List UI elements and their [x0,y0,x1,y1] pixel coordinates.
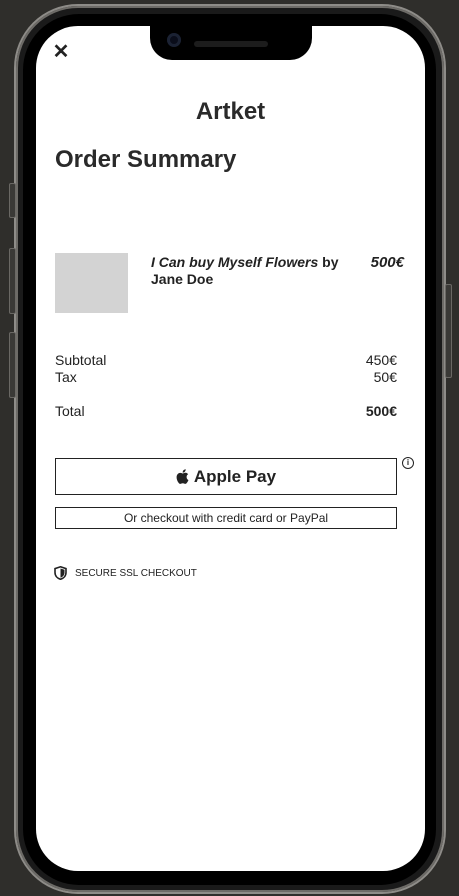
screen: ✕ Artket Order Summary I Can buy Myself … [36,26,425,871]
subtotal-row: Subtotal 450€ [55,352,397,368]
total-row: Total 500€ [55,403,397,419]
apple-icon [176,469,189,484]
close-icon[interactable]: ✕ [51,41,71,63]
subtotal-value: 450€ [365,352,397,368]
info-icon[interactable]: i [402,457,414,469]
camera-icon [167,33,181,47]
alt-checkout-button[interactable]: Or checkout with credit card or PayPal [55,507,397,529]
total-value: 500€ [365,403,397,419]
brand-title: Artket [195,98,266,125]
apple-pay-button[interactable]: Apple Pay [55,458,397,495]
side-button-power [445,284,452,378]
apple-pay-label: Apple Pay [193,466,277,486]
ssl-badge: SECURE SSL CHECKOUT [54,566,197,580]
subtotal-label: Subtotal [55,352,107,368]
speaker-grille [194,41,268,47]
tax-label: Tax [55,369,77,385]
page-title: Order Summary [55,146,237,173]
item-price: 500€ [370,254,404,271]
tax-value: 50€ [373,369,397,385]
ssl-label: SECURE SSL CHECKOUT [75,567,197,579]
item-title: I Can buy Myself Flowers by Jane Doe [151,254,351,288]
shield-icon [54,566,67,580]
item-thumbnail [55,253,128,313]
side-button-volume-up [9,248,16,314]
side-button-mute [9,183,16,218]
side-button-volume-down [9,332,16,398]
tax-row: Tax 50€ [55,369,397,385]
total-label: Total [55,403,85,419]
item-name: I Can buy Myself Flowers [151,254,319,270]
